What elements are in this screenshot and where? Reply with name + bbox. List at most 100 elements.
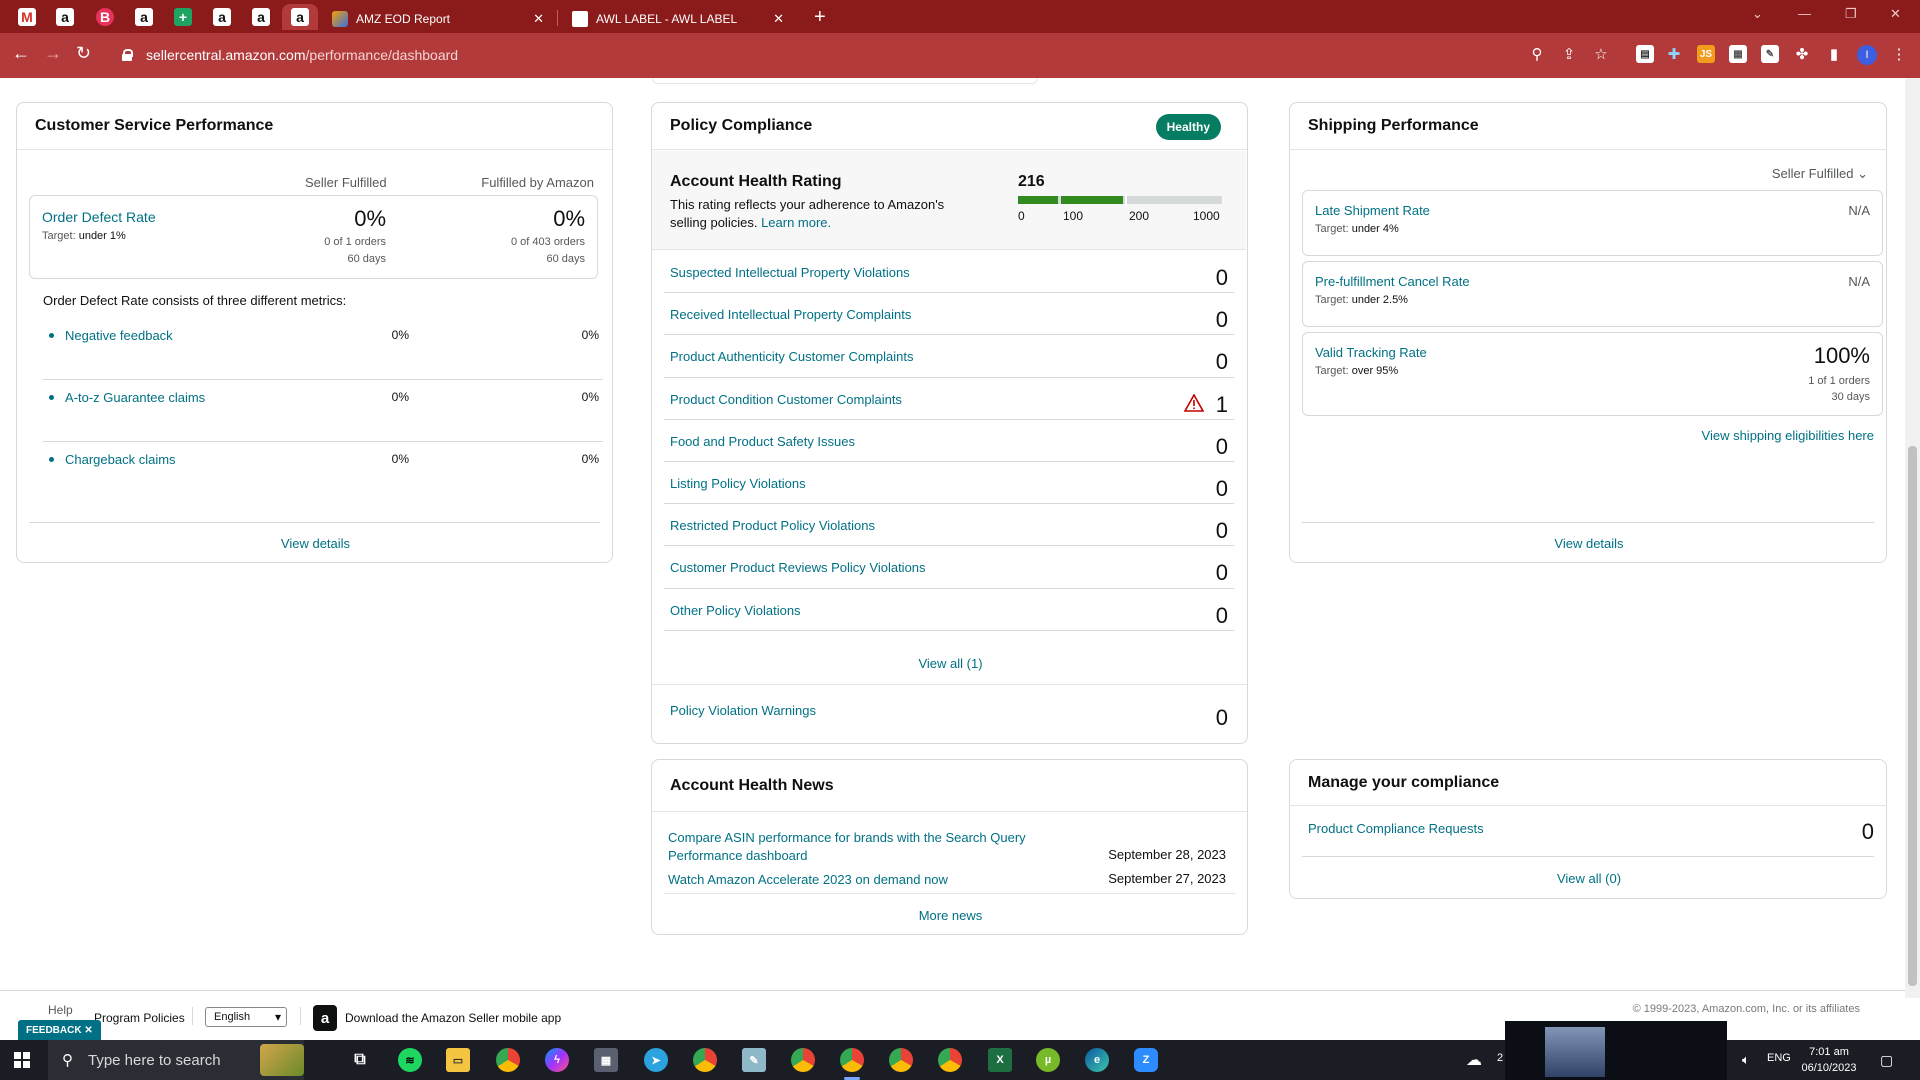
maximize-icon[interactable]: ❐ [1845, 6, 1857, 22]
product-compliance-requests-link[interactable]: Product Compliance Requests [1308, 821, 1484, 836]
forward-icon[interactable]: → [44, 43, 62, 64]
bookmark-star-icon[interactable]: ☆ [1592, 45, 1610, 63]
cs-view-details-link[interactable]: View details [17, 536, 614, 551]
news-title-link[interactable]: Compare ASIN performance for brands with… [668, 829, 1048, 865]
policy-row-link[interactable]: Received Intellectual Property Complaint… [670, 307, 911, 322]
page-scrollbar[interactable] [1905, 78, 1920, 998]
notes-app-icon[interactable]: ✎ [742, 1048, 766, 1072]
close-icon[interactable]: ✕ [84, 1025, 92, 1036]
amazon-tab-1[interactable]: a [50, 4, 80, 30]
amazon-tab-4[interactable]: a [246, 4, 276, 30]
zoom-icon[interactable]: ⚲ [1528, 45, 1546, 63]
spotify-icon[interactable]: ≋ [398, 1048, 422, 1072]
target-value: under 1% [78, 230, 126, 242]
compliance-view-all-link[interactable]: View all (0) [1290, 871, 1888, 886]
policy-warnings-count: 0 [1215, 705, 1228, 730]
pre-fulfillment-cancel-rate-link[interactable]: Pre-fulfillment Cancel Rate [1315, 274, 1470, 289]
chrome-active-icon[interactable] [840, 1048, 864, 1072]
lock-icon [122, 48, 133, 61]
close-window-icon[interactable]: ✕ [1890, 6, 1901, 22]
language-select[interactable]: English [205, 1007, 287, 1027]
learn-more-link[interactable]: Learn more. [761, 215, 831, 230]
extension-js-icon[interactable]: JS [1697, 45, 1715, 63]
late-shipment-rate-link[interactable]: Late Shipment Rate [1315, 203, 1430, 218]
reload-icon[interactable]: ↻ [76, 43, 91, 64]
close-tab-icon[interactable]: ✕ [533, 11, 544, 27]
tab-awl-label[interactable]: AWL LABEL - AWL LABEL ✕ [560, 4, 796, 33]
policy-row-link[interactable]: Customer Product Reviews Policy Violatio… [670, 560, 926, 575]
chrome-profile-icon[interactable] [938, 1048, 962, 1072]
policy-row-link[interactable]: Listing Policy Violations [670, 476, 806, 491]
policy-row-link[interactable]: Other Policy Violations [670, 603, 801, 618]
amazon-seller-app-icon[interactable]: a [313, 1005, 337, 1031]
share-icon[interactable]: ⇪ [1560, 45, 1578, 63]
minimize-icon[interactable]: — [1798, 6, 1811, 21]
ahr-tick: 1000 [1193, 209, 1220, 223]
edge-icon[interactable]: e [1085, 1048, 1109, 1072]
policy-row-link[interactable]: Food and Product Safety Issues [670, 434, 855, 449]
negative-feedback-link[interactable]: Negative feedback [65, 328, 173, 343]
sheets-tab[interactable]: + [168, 4, 198, 30]
windows-start-icon[interactable] [14, 1052, 30, 1068]
policy-row-link[interactable]: Restricted Product Policy Violations [670, 518, 875, 533]
messenger-icon[interactable]: ϟ [545, 1048, 569, 1072]
volume-icon[interactable]: 🔈︎ [1742, 1052, 1750, 1068]
scrollbar-thumb[interactable] [1908, 446, 1917, 986]
weather-icon[interactable]: ☁ [1466, 1050, 1482, 1070]
b-app-tab[interactable]: B [90, 4, 120, 30]
telegram-icon[interactable]: ➤ [644, 1048, 668, 1072]
policy-warnings-link[interactable]: Policy Violation Warnings [670, 703, 816, 718]
atoz-claims-link[interactable]: A-to-z Guarantee claims [65, 390, 205, 405]
chrome-profile-icon[interactable] [889, 1048, 913, 1072]
shipping-eligibilities-link[interactable]: View shipping eligibilities here [1702, 428, 1874, 443]
news-title-link[interactable]: Watch Amazon Accelerate 2023 on demand n… [668, 871, 1048, 889]
back-icon[interactable]: ← [12, 43, 30, 64]
extensions-puzzle-icon[interactable]: ✤ [1793, 45, 1811, 63]
valid-tracking-rate-link[interactable]: Valid Tracking Rate [1315, 345, 1427, 360]
chargeback-claims-link[interactable]: Chargeback claims [65, 452, 176, 467]
profile-avatar[interactable]: I [1857, 45, 1877, 65]
notifications-icon[interactable]: ▢ [1880, 1052, 1893, 1069]
close-tab-icon[interactable]: ✕ [773, 11, 784, 27]
chrome-profile-icon[interactable] [693, 1048, 717, 1072]
program-policies-link[interactable]: Program Policies [94, 1011, 185, 1025]
system-clock[interactable]: 7:01 am 06/10/2023 [1794, 1044, 1864, 1076]
excel-icon[interactable]: X [988, 1048, 1012, 1072]
help-link[interactable]: Help [48, 1003, 73, 1017]
side-panel-icon[interactable]: ▮ [1825, 45, 1843, 63]
zoom-app-icon[interactable]: Z [1134, 1048, 1158, 1072]
policy-row-link[interactable]: Product Authenticity Customer Complaints [670, 349, 914, 364]
browser-menu-icon[interactable]: ⋮ [1890, 45, 1908, 63]
calculator-icon[interactable]: ▦ [594, 1048, 618, 1072]
policy-row-link[interactable]: Suspected Intellectual Property Violatio… [670, 265, 910, 280]
chrome-icon[interactable] [496, 1048, 520, 1072]
more-news-link[interactable]: More news [652, 908, 1249, 923]
policy-row-link[interactable]: Product Condition Customer Complaints [670, 392, 902, 407]
address-bar[interactable]: sellercentral.amazon.com/performance/das… [108, 38, 1318, 71]
order-defect-rate-link[interactable]: Order Defect Rate [42, 209, 156, 225]
tab-amz-eod-report[interactable]: AMZ EOD Report ✕ [320, 4, 556, 33]
extension-page-icon[interactable]: ▦ [1729, 45, 1747, 63]
video-preview-thumbnail[interactable] [1505, 1021, 1727, 1080]
tab-search-icon[interactable]: ⌄ [1752, 6, 1763, 22]
fulfillment-filter-dropdown[interactable]: Seller Fulfilled ⌄ [1772, 166, 1868, 182]
amazon-tab-3[interactable]: a [207, 4, 237, 30]
gmail-tab[interactable]: M [12, 4, 42, 30]
extension-puzzle-blue-icon[interactable]: ✚ [1665, 45, 1683, 63]
url-host: sellercentral.amazon.com [146, 46, 306, 63]
new-tab-icon[interactable]: + [814, 6, 826, 29]
policy-view-all-link[interactable]: View all (1) [652, 656, 1249, 671]
utorrent-icon[interactable]: µ [1036, 1048, 1060, 1072]
input-language[interactable]: ENG [1767, 1052, 1791, 1064]
extension-off-icon[interactable]: ▤ [1636, 45, 1654, 63]
policy-row-count: 1 [1215, 391, 1228, 417]
extension-edit-icon[interactable]: ✎ [1761, 45, 1779, 63]
chrome-profile-icon[interactable] [791, 1048, 815, 1072]
file-explorer-icon[interactable]: ▭ [446, 1048, 470, 1072]
task-view-icon[interactable]: ⧉ [348, 1048, 372, 1072]
amazon-tab-active[interactable]: a [282, 4, 318, 30]
shipping-view-details-link[interactable]: View details [1290, 536, 1888, 551]
feedback-button[interactable]: FEEDBACK ✕ [18, 1020, 101, 1040]
amazon-tab-2[interactable]: a [129, 4, 159, 30]
download-app-link[interactable]: Download the Amazon Seller mobile app [345, 1011, 561, 1025]
